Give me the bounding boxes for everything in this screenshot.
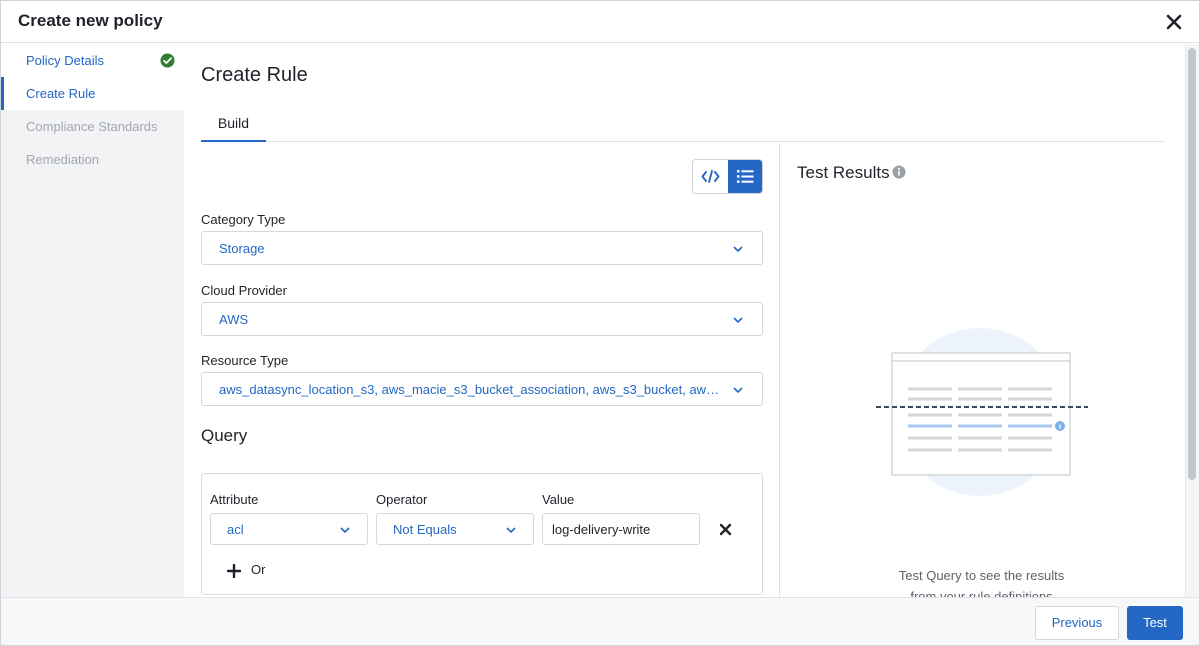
remove-condition-icon[interactable] bbox=[719, 523, 732, 536]
chevron-down-icon bbox=[506, 527, 516, 534]
empty-results-message: Test Query to see the results from your … bbox=[780, 565, 1183, 597]
code-icon bbox=[701, 170, 720, 183]
chevron-down-icon bbox=[733, 246, 743, 253]
dialog-title: Create new policy bbox=[18, 11, 163, 30]
view-mode-toggle bbox=[692, 159, 763, 194]
tab-build[interactable]: Build bbox=[201, 108, 266, 142]
sidebar-item-label: Policy Details bbox=[26, 53, 105, 68]
cloud-provider-select[interactable]: AWS bbox=[201, 302, 763, 336]
previous-button[interactable]: Previous bbox=[1035, 606, 1119, 640]
resource-type-select[interactable]: aws_datasync_location_s3, aws_macie_s3_b… bbox=[201, 372, 763, 406]
category-type-value: Storage bbox=[219, 241, 265, 256]
content-scrollbar[interactable] bbox=[1185, 44, 1199, 597]
value-input[interactable] bbox=[542, 513, 700, 545]
resource-type-value: aws_datasync_location_s3, aws_macie_s3_b… bbox=[219, 382, 724, 397]
attribute-value: acl bbox=[227, 522, 244, 537]
attribute-label: Attribute bbox=[210, 492, 259, 507]
wizard-steps-sidebar: Policy Details Create Rule Compliance St… bbox=[1, 44, 184, 597]
chevron-down-icon bbox=[733, 317, 743, 324]
category-type-label: Category Type bbox=[201, 212, 286, 227]
resource-type-label: Resource Type bbox=[201, 353, 289, 368]
list-icon bbox=[737, 170, 754, 183]
check-circle-icon bbox=[160, 53, 175, 68]
cloud-provider-label: Cloud Provider bbox=[201, 283, 287, 298]
test-button[interactable]: Test bbox=[1127, 606, 1183, 640]
operator-value: Not Equals bbox=[393, 522, 457, 537]
attribute-select[interactable]: acl bbox=[210, 513, 368, 545]
value-label: Value bbox=[542, 492, 575, 507]
close-icon[interactable] bbox=[1165, 13, 1183, 31]
test-results-title: Test Results bbox=[797, 163, 890, 182]
main-content: Create Rule Build Category Type Storage … bbox=[184, 44, 1185, 597]
empty-results-illustration bbox=[876, 328, 1088, 496]
create-policy-dialog: Create new policy Policy Details Create … bbox=[0, 0, 1200, 646]
category-type-select[interactable]: Storage bbox=[201, 231, 763, 265]
dialog-footer: Previous Test bbox=[1, 597, 1199, 645]
sidebar-item-compliance-standards[interactable]: Compliance Standards bbox=[1, 110, 184, 143]
query-condition-box: Attribute Operator Value acl Not Equals bbox=[201, 473, 763, 595]
cloud-provider-value: AWS bbox=[219, 312, 249, 327]
tab-bar: Build bbox=[201, 108, 1165, 142]
or-label: Or bbox=[251, 562, 266, 577]
sidebar-item-policy-details[interactable]: Policy Details bbox=[1, 44, 184, 77]
sidebar-item-remediation[interactable]: Remediation bbox=[1, 143, 184, 176]
query-section-title: Query bbox=[201, 426, 248, 445]
empty-results-line-1: Test Query to see the results bbox=[898, 568, 1065, 583]
sidebar-item-label: Remediation bbox=[26, 152, 99, 167]
sidebar-item-create-rule[interactable]: Create Rule bbox=[1, 77, 184, 110]
scrollbar-thumb[interactable] bbox=[1188, 48, 1196, 480]
dialog-header: Create new policy bbox=[1, 1, 1199, 43]
test-results-pane: Test Results Test Query to see the resul… bbox=[779, 143, 1165, 597]
info-icon[interactable] bbox=[892, 165, 906, 179]
operator-label: Operator bbox=[376, 492, 428, 507]
sidebar-item-label: Compliance Standards bbox=[26, 119, 158, 134]
chevron-down-icon bbox=[340, 527, 350, 534]
chevron-down-icon bbox=[733, 387, 743, 394]
code-view-button[interactable] bbox=[693, 160, 728, 193]
page-title: Create Rule bbox=[201, 64, 308, 86]
operator-select[interactable]: Not Equals bbox=[376, 513, 534, 545]
plus-icon bbox=[227, 564, 241, 578]
empty-results-line-2: from your rule definitions bbox=[910, 589, 1053, 597]
list-view-button[interactable] bbox=[728, 160, 762, 193]
sidebar-item-label: Create Rule bbox=[26, 86, 96, 101]
rule-builder-pane: Category Type Storage Cloud Provider AWS… bbox=[201, 143, 779, 597]
